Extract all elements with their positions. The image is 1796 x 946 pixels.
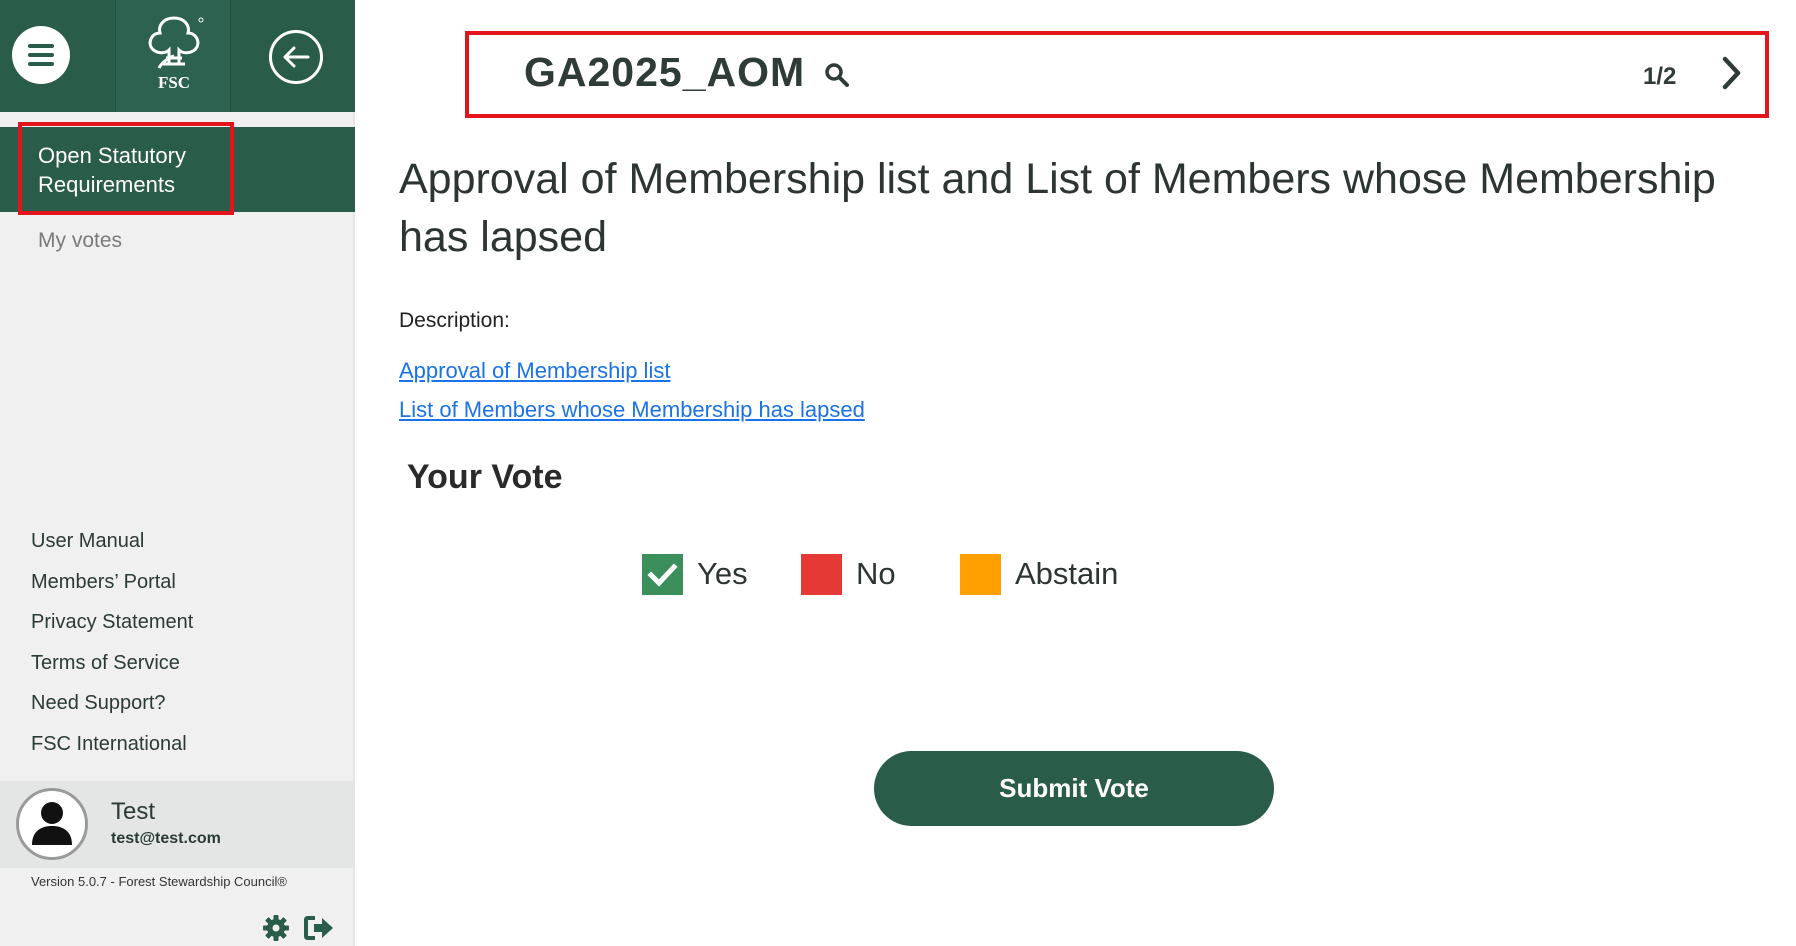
- user-card: Test test@test.com: [0, 781, 355, 868]
- hamburger-menu-icon[interactable]: [12, 26, 70, 84]
- logout-icon[interactable]: [303, 914, 335, 942]
- vote-option-label: No: [856, 556, 896, 591]
- vote-option-label: Yes: [697, 556, 748, 591]
- link-members-portal[interactable]: Members’ Portal: [31, 568, 193, 609]
- sidebar-topbar: FSC: [0, 0, 355, 112]
- link-privacy-statement[interactable]: Privacy Statement: [31, 608, 193, 649]
- page-indicator: 1/2: [1643, 63, 1677, 90]
- search-icon[interactable]: [824, 62, 850, 88]
- fsc-logo-text: FSC: [158, 73, 190, 92]
- user-email: test@test.com: [111, 830, 221, 847]
- description-label: Description:: [399, 309, 510, 332]
- sidebar-links: User Manual Members’ Portal Privacy Stat…: [31, 527, 193, 770]
- link-lapsed-members-list[interactable]: List of Members whose Membership has lap…: [399, 397, 865, 423]
- fsc-logo[interactable]: FSC: [141, 12, 207, 92]
- checkbox-no[interactable]: [801, 553, 842, 595]
- version-text: Version 5.0.7 - Forest Stewardship Counc…: [31, 874, 287, 889]
- vote-option-label: Abstain: [1015, 556, 1119, 591]
- submit-vote-button[interactable]: Submit Vote: [874, 751, 1274, 826]
- nav-item-open-statutory-requirements[interactable]: Open Statutory Requirements: [0, 122, 355, 215]
- highlight-box: [18, 122, 234, 215]
- chevron-right-icon[interactable]: [1717, 53, 1745, 93]
- election-header: GA2025_AOM 1/2: [465, 31, 1769, 118]
- link-fsc-international[interactable]: FSC International: [31, 730, 193, 771]
- back-arrow-icon[interactable]: [269, 30, 323, 84]
- link-user-manual[interactable]: User Manual: [31, 527, 193, 568]
- link-terms-of-service[interactable]: Terms of Service: [31, 649, 193, 690]
- vote-option-no[interactable]: No: [801, 553, 896, 595]
- checkbox-yes[interactable]: [642, 553, 683, 595]
- vote-option-yes[interactable]: Yes: [642, 553, 748, 595]
- gear-icon[interactable]: [262, 914, 290, 942]
- link-approval-membership-list[interactable]: Approval of Membership list: [399, 358, 670, 384]
- page-title: Approval of Membership list and List of …: [399, 155, 1716, 261]
- sidebar: FSC Open Statutory Requirements My votes…: [0, 0, 355, 946]
- user-name: Test: [111, 798, 156, 825]
- checkbox-abstain[interactable]: [960, 553, 1001, 595]
- nav-item-my-votes[interactable]: My votes: [38, 229, 122, 253]
- avatar-icon: [16, 788, 88, 860]
- election-code: GA2025_AOM: [524, 49, 806, 95]
- vote-heading: Your Vote: [407, 458, 563, 496]
- link-need-support[interactable]: Need Support?: [31, 689, 193, 730]
- checkmark-icon: [647, 562, 678, 587]
- vote-option-abstain[interactable]: Abstain: [960, 553, 1118, 595]
